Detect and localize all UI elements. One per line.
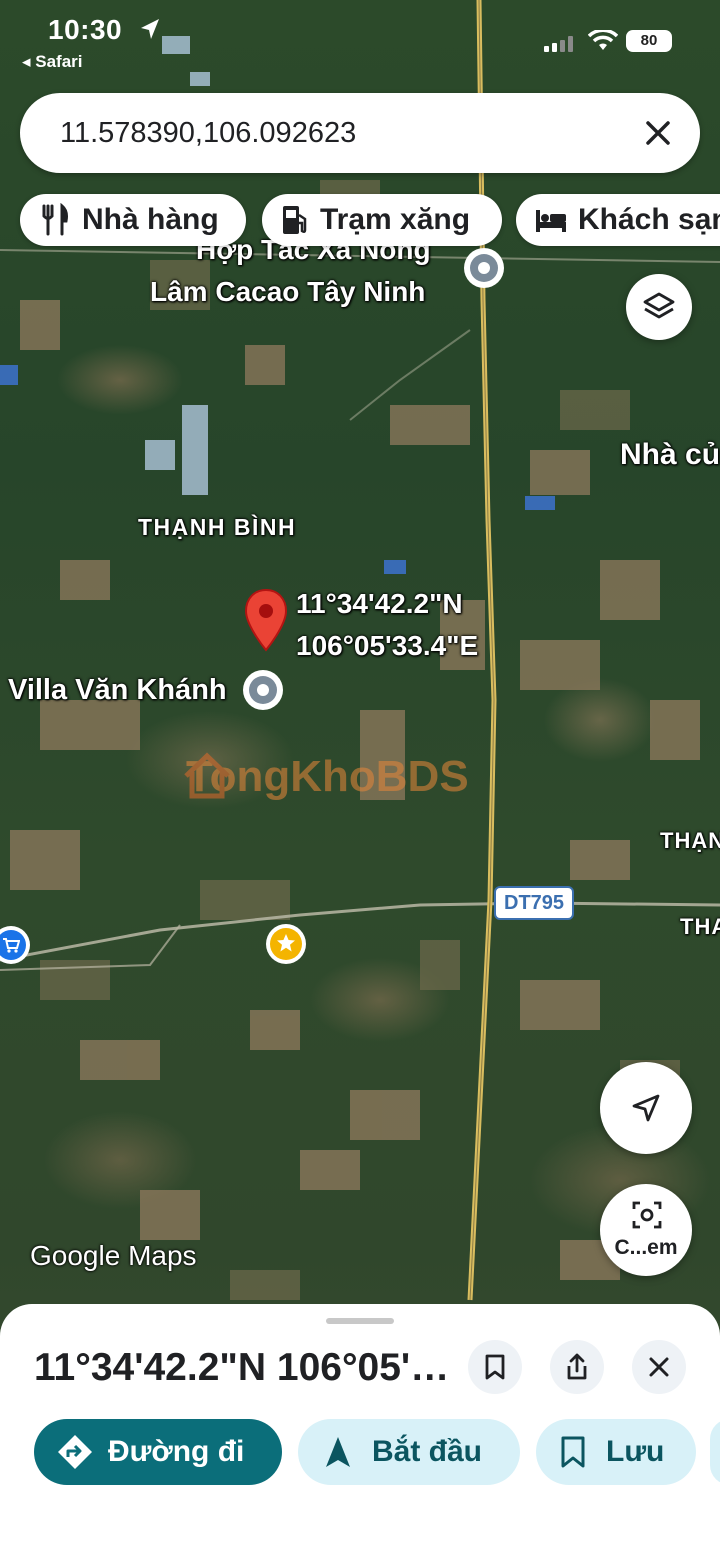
- my-location-button[interactable]: [600, 1062, 692, 1154]
- area-label-thanh-binh: THẠNH BÌNH: [138, 514, 297, 540]
- bed-icon: [536, 210, 566, 232]
- house-logo-icon: [184, 752, 230, 799]
- layers-button[interactable]: [626, 274, 692, 340]
- chip-hotels[interactable]: Khách sạn: [516, 194, 720, 246]
- directions-button[interactable]: Đường đi: [34, 1419, 282, 1485]
- camera-button-label: C...em: [614, 1236, 678, 1259]
- google-maps-logo: Google Maps: [30, 1240, 197, 1271]
- gas-station-icon: [283, 206, 307, 234]
- navigation-arrow-icon: [632, 1094, 660, 1122]
- wifi-icon: [588, 30, 618, 50]
- road-shield-dt795: DT795: [494, 886, 575, 920]
- directions-icon: [58, 1435, 92, 1469]
- bookmark-icon: [561, 1436, 585, 1468]
- status-bar: 10:30 ◂ Safari 80: [0, 0, 720, 80]
- cellular-signal-icon: [544, 36, 573, 52]
- search-input[interactable]: 11.578390,106.092623: [60, 93, 356, 173]
- poi-marker-cacao[interactable]: [464, 248, 504, 288]
- more-actions-pill[interactable]: [710, 1419, 720, 1485]
- directions-label: Đường đi: [108, 1435, 245, 1468]
- shopping-cart-icon: [3, 938, 20, 953]
- close-icon[interactable]: [638, 113, 678, 153]
- battery-indicator: 80: [626, 30, 672, 52]
- bookmark-icon: [485, 1354, 505, 1380]
- watermark: TongKhoBDS: [182, 752, 469, 802]
- share-button[interactable]: [550, 1340, 604, 1394]
- chip-gas-stations[interactable]: Trạm xăng: [262, 194, 502, 246]
- place-label-nha-cu[interactable]: Nhà củ: [620, 438, 720, 472]
- star-poi-marker[interactable]: [266, 924, 306, 964]
- poi-marker-villa[interactable]: [243, 670, 283, 710]
- start-label: Bắt đầu: [372, 1435, 483, 1468]
- save-button[interactable]: Lưu: [536, 1419, 696, 1485]
- close-sheet-button[interactable]: [632, 1340, 686, 1394]
- search-bar[interactable]: 11.578390,106.092623: [20, 93, 700, 173]
- camera-lens-icon: [632, 1201, 662, 1229]
- camera-search-button[interactable]: C...em: [600, 1184, 692, 1276]
- close-icon: [649, 1357, 669, 1377]
- star-icon: [277, 934, 295, 952]
- pin-longitude-label: 106°05'33.4"E: [296, 630, 479, 661]
- status-time: 10:30: [48, 14, 123, 45]
- chip-label: Trạm xăng: [320, 203, 471, 236]
- back-to-safari-link[interactable]: ◂ Safari: [22, 52, 83, 72]
- dropped-pin-icon[interactable]: [243, 588, 289, 652]
- save-icon-button[interactable]: [468, 1340, 522, 1394]
- chip-restaurants[interactable]: Nhà hàng: [20, 194, 246, 246]
- share-icon: [567, 1353, 587, 1380]
- layers-icon: [643, 292, 675, 319]
- place-bottom-sheet[interactable]: 11°34'42.2"N 106°05'33.4"E Đường đi Bắt …: [0, 1304, 720, 1557]
- fork-knife-icon: [42, 203, 68, 236]
- area-label-tha-right: THA: [680, 914, 720, 939]
- place-title: 11°34'42.2"N 106°05'33.4"E: [34, 1346, 454, 1389]
- pin-latitude-label: 11°34'42.2"N: [296, 588, 463, 619]
- poi-label-cacao-line2[interactable]: Lâm Cacao Tây Ninh: [150, 276, 425, 308]
- location-arrow-icon: [141, 19, 159, 39]
- area-label-thanh-right: THẠN: [660, 828, 720, 853]
- chip-label: Khách sạn: [578, 203, 720, 236]
- start-navigation-button[interactable]: Bắt đầu: [298, 1419, 520, 1485]
- sheet-drag-handle[interactable]: [326, 1318, 394, 1324]
- save-label: Lưu: [606, 1435, 665, 1468]
- navigation-start-icon: [326, 1437, 350, 1467]
- chip-label: Nhà hàng: [82, 203, 219, 236]
- poi-label-villa[interactable]: Villa Văn Khánh: [8, 674, 227, 707]
